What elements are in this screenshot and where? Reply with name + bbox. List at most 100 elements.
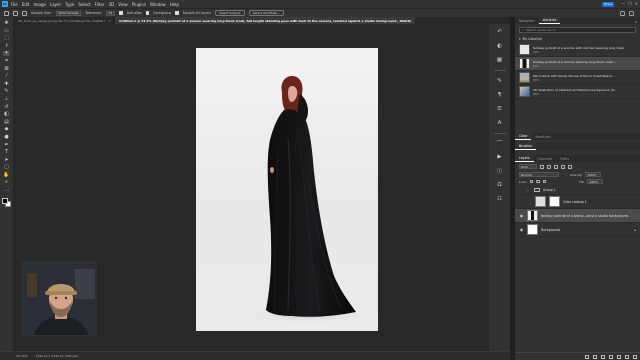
- add-mask-icon[interactable]: [601, 354, 605, 359]
- tolerance-input[interactable]: 32: [105, 10, 116, 16]
- fx-icon[interactable]: [593, 354, 597, 359]
- menu-image[interactable]: Image: [33, 2, 46, 7]
- foreground-color-swatch[interactable]: [1, 197, 8, 204]
- path-selection-tool-icon[interactable]: ➤: [3, 157, 10, 163]
- paragraph-icon[interactable]: ¶: [496, 91, 504, 99]
- document-canvas[interactable]: [196, 48, 378, 331]
- crop-tool-icon[interactable]: ⌗: [3, 58, 10, 64]
- clone-stamp-tool-icon[interactable]: ⊥: [3, 96, 10, 102]
- menu-plugins[interactable]: Plugins: [132, 2, 146, 7]
- tab-document-1[interactable]: Pill_book_sp_cables.psd @ 66.7% (Challen…: [14, 17, 115, 24]
- magic-wand-tool-icon[interactable]: ✦: [3, 51, 10, 57]
- info-icon[interactable]: ⓘ: [496, 167, 504, 175]
- eraser-tool-icon[interactable]: ◧: [3, 112, 10, 117]
- pen-tool-icon[interactable]: ✒: [3, 142, 10, 148]
- library-group-header[interactable]: ▾ My Libraries: [519, 36, 636, 41]
- tab-document-2[interactable]: Untitled-1 @ 33.3% (fantasy portrait of …: [115, 17, 416, 24]
- history-icon[interactable]: ↶: [496, 28, 504, 36]
- type-tool-icon[interactable]: T: [3, 150, 10, 155]
- new-layer-icon[interactable]: [625, 354, 629, 359]
- adjustment-filter-icon[interactable]: [547, 164, 551, 169]
- tab-libraries[interactable]: Libraries: [538, 17, 561, 24]
- swatches-icon[interactable]: ▦: [496, 56, 504, 64]
- magic-wand-preset-icon[interactable]: [4, 10, 9, 16]
- layer-row[interactable]: ◉ fantasy portrait of a woma...ainst a s…: [515, 209, 640, 223]
- character-icon[interactable]: A: [496, 119, 504, 127]
- adjustments-icon[interactable]: ◐: [496, 42, 504, 50]
- layer-row[interactable]: › Group 1: [515, 185, 640, 195]
- fill-input[interactable]: 100%: [587, 179, 604, 184]
- blur-tool-icon[interactable]: ◆: [3, 127, 10, 132]
- tab-channels[interactable]: Channels: [534, 155, 557, 162]
- layer-row[interactable]: ◉ Background 🔒︎: [515, 223, 640, 237]
- anti-alias-checkbox[interactable]: [119, 11, 123, 15]
- tab-brushes[interactable]: Brushes: [515, 143, 536, 150]
- search-icon[interactable]: [620, 11, 625, 16]
- adjustment-layer-icon[interactable]: [609, 354, 613, 359]
- lock-pixels-icon[interactable]: [529, 179, 534, 184]
- move-tool-icon[interactable]: ✥: [3, 21, 10, 26]
- status-menu-icon[interactable]: ›: [86, 354, 87, 358]
- menu-file[interactable]: File: [11, 2, 18, 7]
- artboard-tool-icon[interactable]: ▭: [3, 28, 10, 34]
- properties-icon[interactable]: ☰: [496, 105, 504, 113]
- shape-filter-icon[interactable]: [561, 164, 565, 169]
- color-swatches[interactable]: [1, 197, 12, 208]
- library-search[interactable]: ⌕ Search Adobe Stock: [519, 27, 636, 33]
- dodge-tool-icon[interactable]: ●: [3, 134, 10, 140]
- select-subject-button[interactable]: Select Subject: [215, 10, 245, 16]
- library-item[interactable]: fantasy portrait of a woman with red hai…: [515, 43, 640, 57]
- opacity-input[interactable]: 100%: [585, 172, 602, 177]
- paths-icon[interactable]: ⌒: [496, 139, 504, 147]
- visibility-icon[interactable]: ◉: [519, 227, 524, 232]
- visibility-icon[interactable]: ◉: [519, 213, 524, 218]
- panel-menu-icon[interactable]: ≡: [631, 20, 640, 24]
- tab-paths[interactable]: Paths: [556, 155, 573, 162]
- tab-swatches[interactable]: Swatches: [531, 133, 554, 140]
- workspace-icon[interactable]: [629, 11, 634, 16]
- layer-kind-filter[interactable]: Kind: [519, 164, 537, 169]
- history-brush-tool-icon[interactable]: ↺: [3, 104, 10, 110]
- layer-row[interactable]: Color Lookup 1: [515, 195, 640, 209]
- restore-icon[interactable]: ❐: [628, 1, 632, 6]
- library-item[interactable]: fantasy portrait of a woman wearing long…: [515, 57, 640, 71]
- menu-help[interactable]: Help: [170, 2, 179, 7]
- healing-brush-tool-icon[interactable]: ✚: [3, 81, 10, 87]
- hand-tool-icon[interactable]: ✋: [3, 172, 10, 178]
- menu-filter[interactable]: Filter: [95, 2, 105, 7]
- menu-view[interactable]: View: [118, 2, 128, 7]
- actions-icon[interactable]: ▶: [496, 153, 504, 161]
- eyedropper-tool-icon[interactable]: ⁄: [3, 74, 10, 79]
- library-item[interactable]: Morro Rock with Sandy Shores of Morro Cr…: [515, 71, 640, 85]
- new-selection-icon[interactable]: [13, 10, 18, 16]
- trash-icon[interactable]: [633, 354, 637, 359]
- brush-settings-icon[interactable]: ✎: [496, 77, 504, 85]
- marquee-tool-icon[interactable]: ⬚: [3, 36, 10, 41]
- more-tools-icon[interactable]: …: [3, 188, 10, 193]
- chevron-right-icon[interactable]: ›: [527, 188, 531, 192]
- zoom-tool-icon[interactable]: ⌕: [3, 180, 10, 185]
- menu-layer[interactable]: Layer: [50, 2, 61, 7]
- blend-mode-select[interactable]: Normal: [519, 172, 559, 177]
- link-layers-icon[interactable]: [585, 354, 589, 359]
- frame-tool-icon[interactable]: ⊠: [3, 66, 10, 72]
- menu-3d[interactable]: 3D: [109, 2, 115, 7]
- lasso-tool-icon[interactable]: ℓ: [3, 43, 10, 49]
- menu-type[interactable]: Type: [65, 2, 74, 7]
- sample-all-layers-checkbox[interactable]: [175, 11, 179, 15]
- type-filter-icon[interactable]: [554, 164, 558, 169]
- libraries-icon[interactable]: ☷: [496, 195, 504, 203]
- rectangle-tool-icon[interactable]: ▢: [3, 165, 10, 170]
- tab-navigator[interactable]: Navigator: [515, 17, 539, 24]
- smart-object-filter-icon[interactable]: [568, 164, 572, 169]
- pixel-filter-icon[interactable]: [540, 164, 544, 169]
- library-item[interactable]: 3D illustration of abstract architecture…: [515, 85, 640, 99]
- close-icon[interactable]: ✕: [635, 1, 638, 6]
- menu-select[interactable]: Select: [78, 2, 90, 7]
- minimize-icon[interactable]: —: [621, 1, 625, 6]
- tab-color[interactable]: Color: [515, 133, 532, 140]
- close-icon[interactable]: ✕: [109, 19, 112, 23]
- lock-all-icon[interactable]: [542, 179, 547, 184]
- menu-edit[interactable]: Edit: [22, 2, 30, 7]
- tab-layers[interactable]: Layers: [515, 155, 534, 162]
